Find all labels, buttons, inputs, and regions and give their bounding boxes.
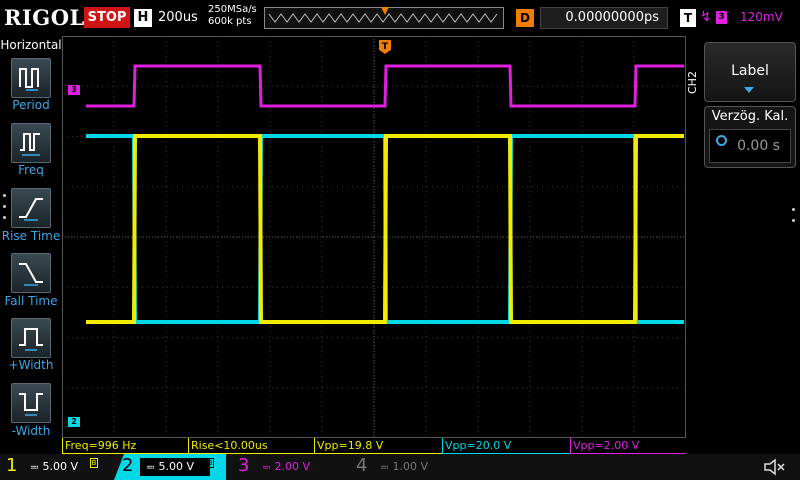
channel-scale: ≕ 5.00 V (24, 458, 100, 476)
waveform-display[interactable] (62, 36, 686, 442)
label-button-text: Label (731, 63, 769, 79)
channel-scale: ≕ 5.00 V (140, 458, 210, 476)
measurement-item[interactable]: Vpp=2.00 V (570, 438, 686, 454)
channel-scale: ≕ 2.00 V (256, 458, 342, 476)
horizontal-delay-field[interactable]: 0.00000000ps (540, 7, 668, 29)
delay-badge: D (516, 9, 534, 27)
trigger-edge-icon: ↯ (700, 9, 712, 25)
chevron-down-icon (744, 87, 754, 93)
positive-width-icon (19, 328, 43, 351)
dc-coupling-icon: ≕ (146, 463, 155, 473)
measurement-item[interactable]: Vpp=19.8 V (314, 438, 442, 454)
left-scroll-dots (3, 194, 7, 227)
channel-1-status[interactable]: 1 ≕ 5.00 V B (0, 454, 115, 480)
positive-width-button[interactable] (11, 318, 51, 358)
measurement-item[interactable]: Rise<10.00us (188, 438, 314, 454)
channel-scale-text: 1.00 V (392, 460, 429, 473)
measurement-item[interactable]: Vpp=20.0 V (442, 438, 570, 454)
channel-scale-text: 2.00 V (274, 460, 311, 473)
period-button[interactable] (11, 58, 51, 98)
waveform-overview-bar[interactable] (264, 7, 504, 29)
negative-width-icon (19, 393, 43, 416)
channel-2-status[interactable]: 2 ≕ 5.00 V B (114, 454, 226, 480)
ch2-offset-marker[interactable]: 2 (68, 417, 80, 427)
channel-tag: CH2 (686, 71, 699, 95)
sample-rate-info: 250MSa/s 600k pts (208, 4, 257, 28)
brand-logo: RIGOL (4, 5, 85, 30)
channel-number: 2 (122, 455, 134, 476)
menu-title: Horizontal (0, 38, 62, 52)
trigger-source-badge: 3 (716, 11, 727, 24)
channel-scale-text: 5.00 V (42, 460, 79, 473)
ch3-offset-marker[interactable]: 3 (68, 85, 80, 95)
horizontal-measure-menu: Horizontal Period Freq Rise Time Fall Ti… (0, 36, 62, 454)
rise-time-icon (19, 198, 43, 221)
waveform-canvas[interactable] (62, 36, 686, 438)
ch1-waveform (86, 134, 684, 324)
fall-time-icon (19, 263, 43, 286)
horizontal-badge: H (134, 9, 152, 27)
fall-time-label: Fall Time (4, 294, 58, 308)
sample-rate: 250MSa/s (208, 4, 257, 15)
channel-3-status[interactable]: 3 ≕ 2.00 V (232, 454, 347, 480)
trigger-level-value[interactable]: 120mV (740, 10, 783, 24)
label-button[interactable]: Label (704, 42, 796, 102)
channel-scale-text: 5.00 V (158, 460, 195, 473)
measurement-item[interactable]: Freq=996 Hz (62, 438, 188, 454)
timebase-value[interactable]: 200us (158, 10, 198, 25)
freq-icon (20, 133, 40, 156)
multifunction-knob-icon (716, 135, 727, 146)
bandwidth-limit-icon: B (206, 458, 214, 468)
delay-calibration-title: Verzög. Kal. (711, 109, 789, 124)
trigger-badge: T (680, 9, 696, 27)
fall-time-button[interactable] (11, 253, 51, 293)
channel-scale: ≕ 1.00 V (374, 458, 460, 476)
channel-status-bar: 1 ≕ 5.00 V B 2 ≕ 5.00 V B 3 ≕ 2.00 V 4 ≕… (0, 454, 800, 480)
channel-number: 1 (6, 455, 18, 476)
period-icon (19, 68, 39, 91)
channel-4-status[interactable]: 4 ≕ 1.00 V (350, 454, 465, 480)
negative-width-label: -Width (11, 424, 51, 438)
period-label: Period (12, 98, 50, 112)
memory-depth: 600k pts (208, 16, 252, 27)
top-status-bar: RIGOL STOP H 200us 250MSa/s 600k pts D 0… (0, 0, 800, 36)
dc-coupling-icon: ≕ (30, 463, 39, 473)
delay-calibration-text: 0.00 s (737, 138, 780, 154)
measurement-results-bar: Freq=996 Hz Rise<10.00us Vpp=19.8 V Vpp=… (62, 438, 686, 454)
dc-coupling-icon: ≕ (380, 463, 389, 473)
rise-time-button[interactable] (11, 188, 51, 228)
rise-time-label: Rise Time (1, 229, 61, 243)
delay-calibration-value[interactable]: 0.00 s (709, 129, 791, 163)
freq-button[interactable] (11, 123, 51, 163)
speaker-muted-icon[interactable] (762, 457, 786, 477)
negative-width-button[interactable] (11, 383, 51, 423)
ch3-waveform (86, 64, 684, 108)
dc-coupling-icon: ≕ (262, 463, 271, 473)
run-stop-button[interactable]: STOP (84, 7, 130, 28)
bandwidth-limit-icon: B (90, 458, 98, 468)
right-scroll-dots (792, 208, 796, 230)
delay-calibration-panel[interactable]: Verzög. Kal. 0.00 s (704, 106, 796, 168)
channel-number: 4 (356, 455, 368, 476)
positive-width-label: +Width (8, 358, 54, 372)
freq-label: Freq (18, 163, 44, 177)
channel-number: 3 (238, 455, 250, 476)
